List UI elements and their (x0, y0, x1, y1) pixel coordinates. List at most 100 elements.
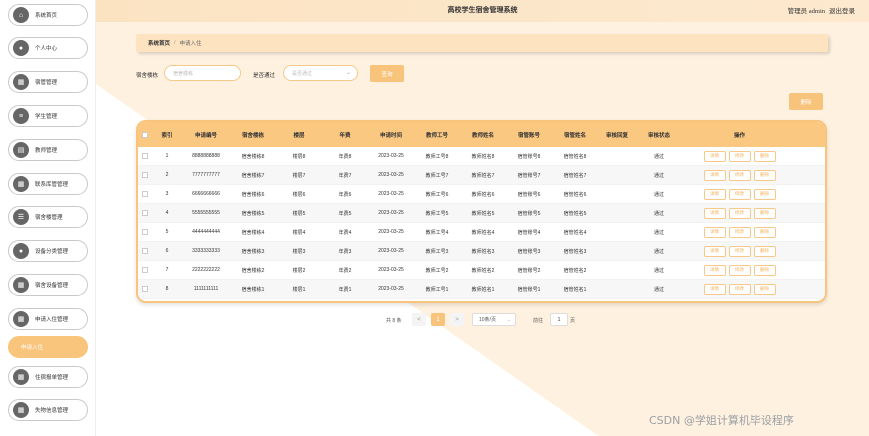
detail-button[interactable]: 详情 (703, 150, 726, 162)
row-actions: 详情 修改 删除 (682, 150, 797, 162)
table-row: 5 4444444444 宿舍楼栋4 楼层4 年费4 2023-03-25 教师工号4 教师姓… (138, 223, 825, 242)
edit-button[interactable]: 修改 (728, 245, 751, 257)
detail-button[interactable]: 详情 (703, 169, 726, 181)
page-suffix: 页 (570, 317, 576, 324)
delete-row-button[interactable]: 删除 (753, 264, 776, 276)
sidebar-item[interactable]: ▦ 住宿报单管理 (8, 366, 88, 388)
page-size-select[interactable]: 10条/页 ⌄ (472, 313, 516, 326)
sidebar-item-label: 宿舍楼管理 (35, 215, 63, 221)
table-cell: 8888888888 (192, 153, 220, 159)
table-cell: 6 (165, 248, 169, 254)
table-row: 2 7777777777 宿舍楼栋7 楼层7 年费7 2023-03-25 教师工号7 教师姓… (138, 166, 825, 185)
delete-row-button[interactable]: 删除 (753, 283, 776, 295)
sidebar-item-label: 申请入住 (21, 345, 44, 351)
table-cell: 教师工号8 (425, 153, 449, 160)
sidebar-item[interactable]: ▦ 联系库管管理 (8, 173, 88, 195)
table-cell: 宿舍楼栋8 (241, 153, 265, 160)
detail-button[interactable]: 详情 (703, 226, 726, 238)
delete-row-button[interactable]: 删除 (753, 150, 776, 162)
sidebar-item[interactable]: ▦ 失物信息管理 (8, 399, 88, 421)
table-cell: 2023-03-25 (378, 153, 404, 159)
sidebar-item[interactable]: ▦ 申请入住管理 (8, 308, 88, 330)
breadcrumb-home[interactable]: 系统首页 (148, 39, 170, 47)
row-actions: 详情 修改 删除 (682, 188, 797, 200)
table-header: 索引 申请编号 宿舍楼栋 楼层 年费 申请时间 教师工号 教师姓名 宿管账号 宿管姓名 审核回复 审核… (138, 122, 825, 147)
edit-button[interactable]: 修改 (728, 226, 751, 238)
detail-button[interactable]: 详情 (703, 188, 726, 200)
table-cell: 1111111111 (193, 286, 219, 292)
sidebar-item[interactable]: ▦ 宿管管理 (8, 71, 88, 93)
sidebar-item-label: 个人中心 (35, 46, 58, 52)
sidebar-item-label: 教师管理 (35, 148, 58, 154)
delete-row-button[interactable]: 删除 (753, 169, 776, 181)
sidebar-item[interactable]: ● 个人中心 (8, 37, 88, 59)
sidebar-item[interactable]: ▦ 宿舍设备管理 (8, 274, 88, 296)
detail-button[interactable]: 详情 (703, 283, 726, 295)
page-number-current[interactable]: 1 (431, 313, 445, 326)
table-row: 6 3333333333 宿舍楼栋3 楼层3 年费3 2023-03-25 教师工号3 教师姓… (138, 242, 825, 261)
row-checkbox[interactable] (142, 191, 148, 197)
next-page-button[interactable]: > (450, 313, 464, 326)
sidebar-item[interactable]: ⌂ 系统首页 (8, 4, 88, 26)
row-checkbox[interactable] (142, 286, 148, 292)
table-cell: 年费8 (338, 153, 352, 160)
table-cell: 6666666666 (192, 191, 220, 197)
breadcrumb: 系统首页 / 申请入住 (136, 34, 828, 52)
status-select[interactable]: 是否通过 ⌄ (283, 65, 358, 81)
delete-row-button[interactable]: 删除 (753, 245, 776, 257)
row-select-cell (138, 267, 152, 273)
select-all-checkbox[interactable] (142, 131, 148, 138)
prev-page-button[interactable]: < (412, 313, 426, 326)
table-cell: 通过 (653, 172, 664, 179)
delete-row-button[interactable]: 删除 (753, 226, 776, 238)
book-icon: ▤ (13, 142, 29, 158)
row-checkbox[interactable] (142, 229, 148, 235)
row-checkbox[interactable] (142, 153, 148, 159)
delete-row-button[interactable]: 删除 (753, 188, 776, 200)
detail-button[interactable]: 详情 (703, 264, 726, 276)
table-cell: 教师工号7 (425, 172, 449, 179)
detail-button[interactable]: 详情 (703, 245, 726, 257)
row-actions: 详情 修改 删除 (682, 226, 797, 238)
row-checkbox[interactable] (142, 267, 148, 273)
goto-label: 前往 (533, 317, 544, 324)
row-actions: 详情 修改 删除 (682, 245, 797, 257)
edit-button[interactable]: 修改 (728, 169, 751, 181)
table-cell: 教师姓名6 (471, 191, 495, 198)
breadcrumb-current: 申请入住 (179, 41, 202, 47)
edit-button[interactable]: 修改 (728, 264, 751, 276)
edit-button[interactable]: 修改 (728, 150, 751, 162)
table-cell: 5555555555 (192, 210, 220, 216)
table-cell: 2023-03-25 (378, 229, 404, 235)
goto-page-input[interactable]: 1 (550, 313, 568, 326)
home-icon: ⌂ (13, 7, 29, 23)
delete-button[interactable]: 删除 (789, 93, 823, 110)
sidebar-item-label: 宿舍设备管理 (35, 283, 69, 289)
menu-icon: ☰ (13, 209, 29, 225)
sidebar-item[interactable]: ▤ 教师管理 (8, 139, 88, 161)
table-cell: 宿舍楼栋7 (241, 172, 265, 179)
delete-row-button[interactable]: 删除 (753, 207, 776, 219)
row-actions: 详情 修改 删除 (682, 169, 797, 181)
sidebar-item[interactable]: ● 设备分类管理 (8, 240, 88, 262)
row-checkbox[interactable] (142, 210, 148, 216)
row-checkbox[interactable] (142, 172, 148, 178)
table-cell: 宿管账号7 (517, 172, 541, 179)
edit-button[interactable]: 修改 (728, 283, 751, 295)
logout-link[interactable]: 退出登录 (829, 5, 855, 15)
table-row: 1 8888888888 宿舍楼栋8 楼层8 年费8 2023-03-25 教师工号8 教师姓… (138, 147, 825, 166)
row-checkbox[interactable] (142, 248, 148, 254)
table-cell: 8 (165, 286, 169, 292)
edit-button[interactable]: 修改 (728, 207, 751, 219)
sidebar-item[interactable]: ≡ 学生管理 (8, 105, 88, 127)
table-cell: 宿管姓名3 (563, 248, 587, 255)
page-size-value: 10条/页 (479, 317, 496, 323)
edit-button[interactable]: 修改 (728, 188, 751, 200)
detail-button[interactable]: 详情 (703, 207, 726, 219)
actions-cell: 详情 修改 删除 (682, 150, 797, 162)
sidebar-item[interactable]: 申请入住 (8, 336, 88, 358)
column-header: 宿管账号 (517, 132, 540, 139)
query-button[interactable]: 查询 (370, 65, 404, 82)
building-input[interactable]: 宿舍楼栋 (164, 65, 241, 81)
sidebar-item[interactable]: ☰ 宿舍楼管理 (8, 206, 88, 228)
